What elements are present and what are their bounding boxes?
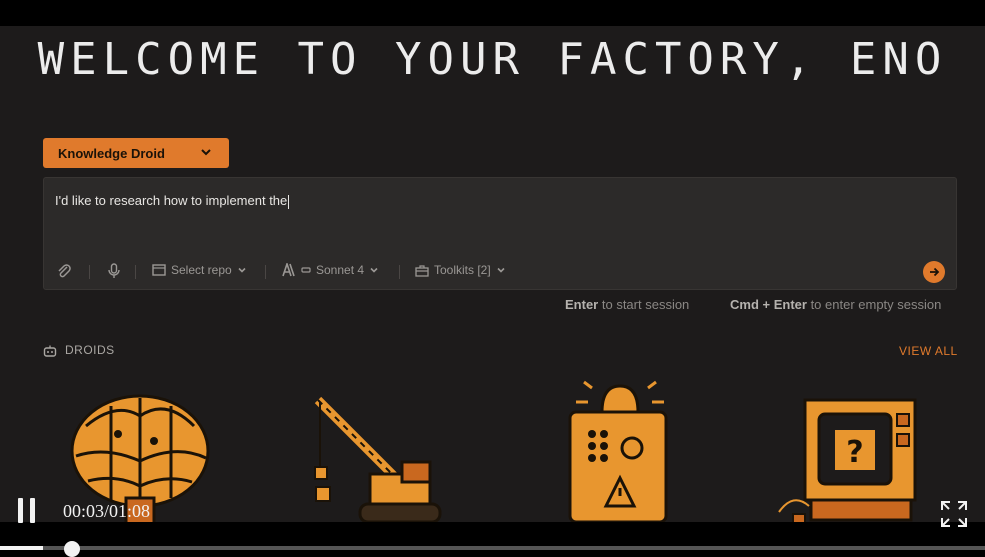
page-title: WELCOME TO YOUR FACTORY, ENO bbox=[37, 34, 948, 85]
model-tag-icon bbox=[301, 267, 311, 273]
toolbar-divider bbox=[265, 265, 266, 279]
chevron-down-icon bbox=[497, 267, 505, 273]
droids-heading: DROIDS bbox=[43, 343, 115, 357]
droids-heading-label: DROIDS bbox=[65, 343, 115, 357]
model-select-dropdown[interactable]: Sonnet 4 bbox=[282, 263, 379, 277]
chevron-down-icon bbox=[201, 149, 211, 156]
mic-button[interactable] bbox=[107, 263, 121, 279]
pause-icon bbox=[18, 498, 23, 523]
paperclip-icon bbox=[58, 264, 71, 278]
model-label: Sonnet 4 bbox=[316, 263, 365, 277]
fullscreen-icon[interactable] bbox=[940, 500, 968, 528]
toolkits-label: Toolkits [2] bbox=[434, 263, 491, 277]
video-controls: 00:03/01:08 bbox=[0, 490, 985, 557]
view-all-link[interactable]: VIEW ALL bbox=[899, 344, 958, 358]
attach-button[interactable] bbox=[56, 263, 72, 279]
app-stage: WELCOME TO YOUR FACTORY, ENO Knowledge D… bbox=[0, 26, 985, 522]
send-button[interactable] bbox=[923, 261, 945, 283]
text-caret bbox=[288, 194, 290, 209]
prompt-text[interactable]: I'd like to research how to implement th… bbox=[55, 193, 290, 209]
cmd-enter-hint-text: to enter empty session bbox=[810, 297, 942, 312]
video-progress-track[interactable] bbox=[0, 546, 985, 550]
toolbox-icon bbox=[415, 264, 429, 277]
toolbar-divider bbox=[89, 265, 90, 279]
video-progress-fill bbox=[0, 546, 44, 550]
cmd-enter-hint: Cmd + Enter to enter empty session bbox=[730, 297, 941, 312]
pause-button[interactable] bbox=[18, 498, 35, 523]
select-repo-dropdown[interactable]: Select repo bbox=[152, 263, 247, 277]
droid-select-label: Knowledge Droid bbox=[58, 145, 165, 161]
prompt-value: I'd like to research how to implement th… bbox=[55, 193, 288, 208]
prompt-input[interactable]: I'd like to research how to implement th… bbox=[43, 177, 957, 290]
toolbar-divider bbox=[135, 265, 136, 279]
top-letterbox bbox=[0, 0, 985, 26]
svg-text:?: ? bbox=[846, 435, 863, 470]
enter-key: Enter bbox=[565, 297, 599, 312]
robot-icon bbox=[43, 345, 57, 357]
enter-hint: Enter to start session bbox=[565, 297, 689, 312]
pause-icon-bar bbox=[30, 498, 35, 523]
enter-hint-text: to start session bbox=[601, 297, 690, 312]
anthropic-icon bbox=[282, 263, 295, 277]
toolkits-dropdown[interactable]: Toolkits [2] bbox=[415, 263, 506, 277]
repo-icon bbox=[152, 264, 166, 276]
arrow-right-icon bbox=[930, 267, 940, 277]
chevron-down-icon bbox=[238, 267, 246, 273]
chevron-down-icon bbox=[370, 267, 378, 273]
droid-select-dropdown[interactable]: Knowledge Droid bbox=[43, 138, 229, 168]
microphone-icon bbox=[108, 263, 120, 278]
video-scrubber-handle[interactable] bbox=[64, 541, 80, 557]
select-repo-label: Select repo bbox=[171, 263, 232, 277]
video-time: 00:03/01:08 bbox=[63, 501, 151, 521]
toolbar-divider bbox=[399, 265, 400, 279]
cmd-enter-key: Cmd + Enter bbox=[730, 297, 807, 312]
prompt-toolbar: Select repo Sonnet 4 Toolkits [2] bbox=[44, 261, 956, 283]
